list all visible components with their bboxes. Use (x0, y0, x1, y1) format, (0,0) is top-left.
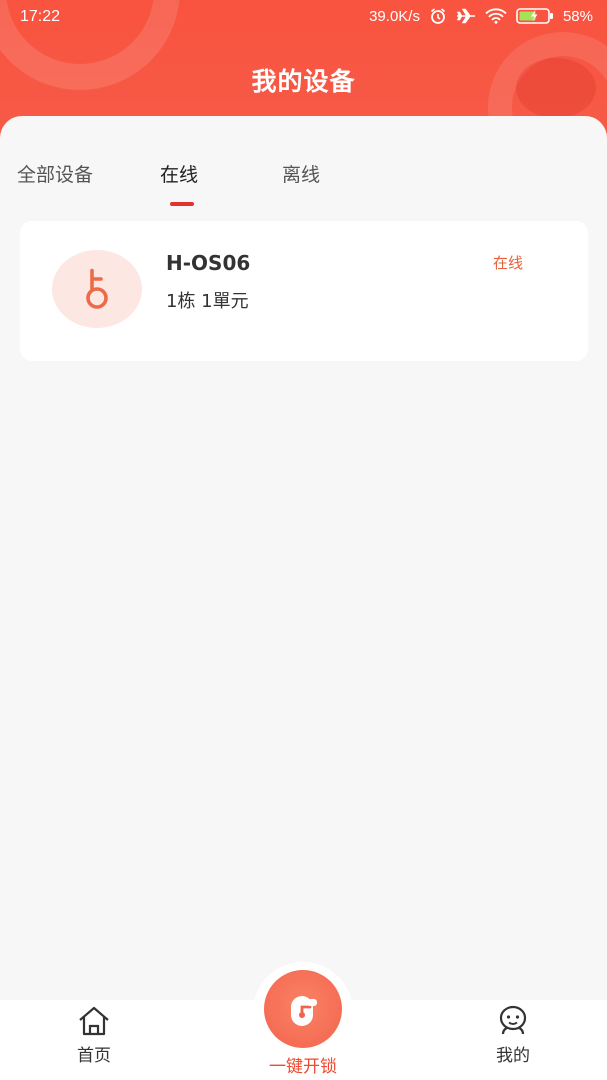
device-card[interactable]: H-OS06 1栋 1單元 在线 (20, 221, 588, 361)
status-bar: 17:22 39.0K/s 58% (0, 0, 607, 34)
nav-mine[interactable]: 我的 (463, 1005, 563, 1066)
nav-unlock[interactable]: 一键开锁 (253, 970, 353, 1077)
profile-icon (463, 1005, 563, 1037)
tab-online[interactable]: 在线 (160, 160, 198, 187)
status-indicators: 39.0K/s 58% (369, 7, 593, 25)
battery-icon (516, 7, 554, 25)
airplane-icon (456, 8, 476, 24)
device-tabs: 全部设备 在线 离线 (0, 160, 607, 210)
home-icon (44, 1005, 144, 1037)
page-title: 我的设备 (251, 67, 356, 96)
key-icon (52, 250, 142, 328)
alarm-icon (429, 7, 447, 25)
device-name: H-OS06 (166, 251, 251, 275)
active-tab-indicator (170, 202, 194, 206)
status-time: 17:22 (20, 8, 61, 25)
battery-percent: 58% (562, 7, 593, 25)
nav-unlock-label: 一键开锁 (269, 1057, 337, 1077)
device-location: 1栋 1單元 (166, 291, 249, 312)
tab-offline[interactable]: 离线 (282, 160, 320, 187)
unlock-button[interactable] (264, 970, 342, 1048)
wifi-icon (485, 8, 507, 24)
device-status-badge: 在线 (493, 254, 524, 272)
nav-home-label: 首页 (77, 1046, 111, 1066)
nav-home[interactable]: 首页 (44, 1005, 144, 1066)
unlock-icon (291, 996, 317, 1026)
net-speed: 39.0K/s (369, 7, 420, 25)
tab-all-devices[interactable]: 全部设备 (17, 160, 93, 187)
nav-mine-label: 我的 (496, 1046, 530, 1066)
